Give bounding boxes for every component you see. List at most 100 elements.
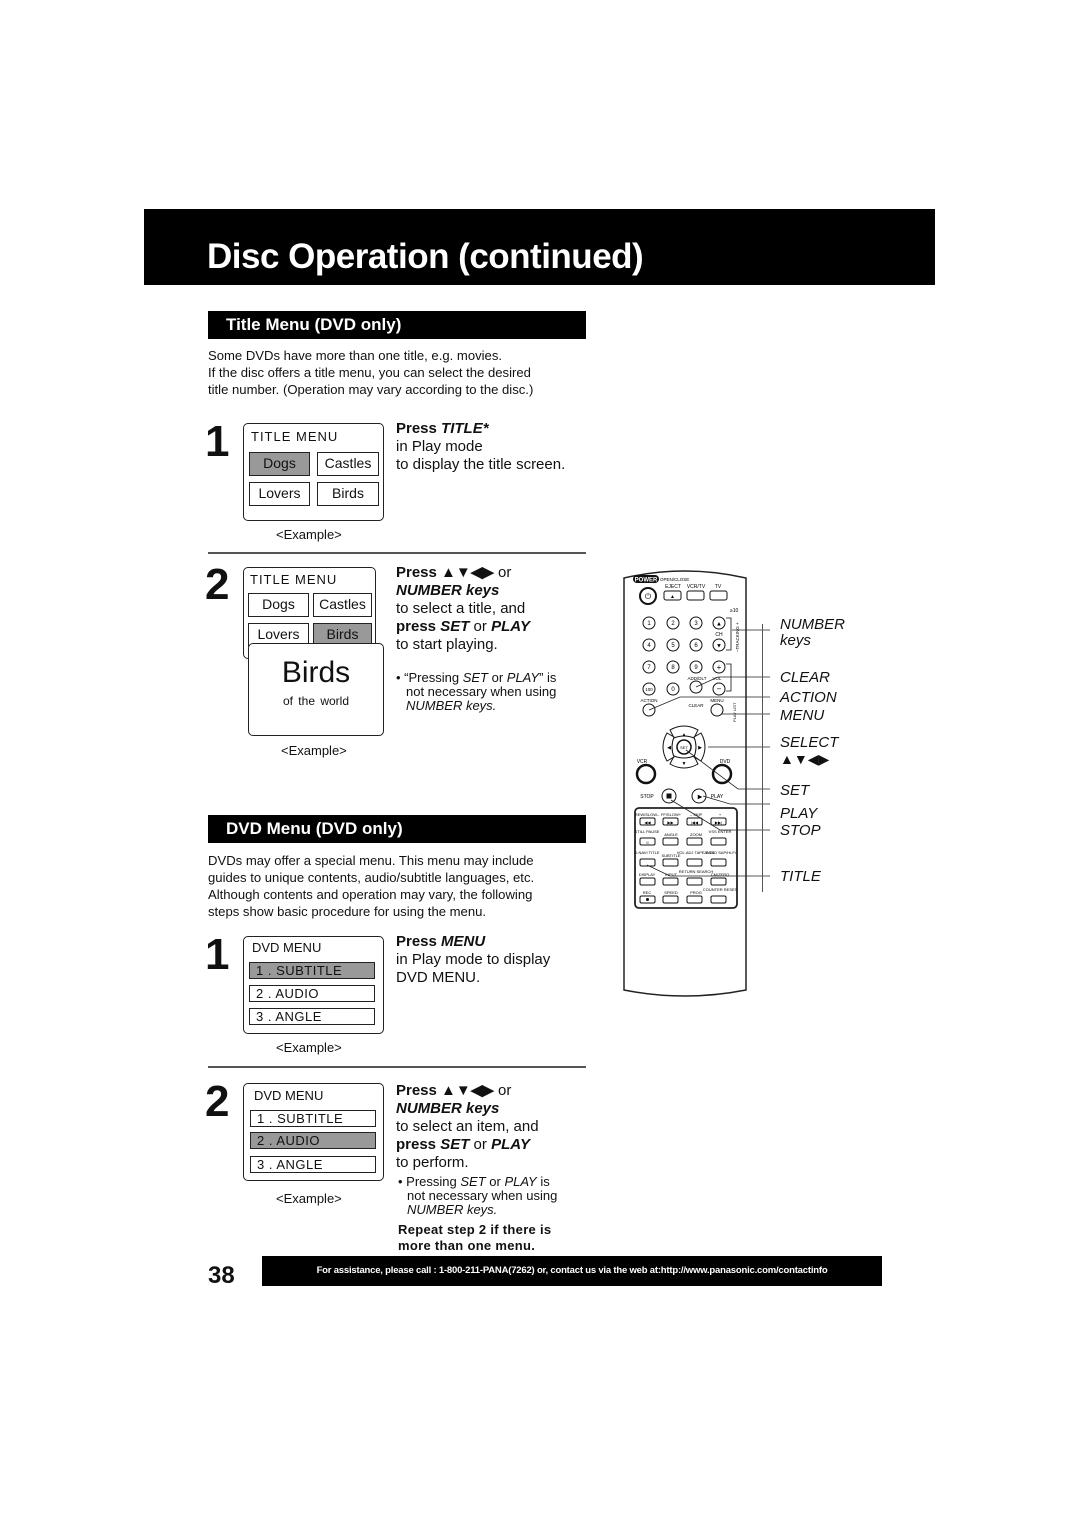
stop-label: STOP bbox=[640, 794, 654, 800]
title-cell-lovers: Lovers bbox=[249, 482, 310, 506]
intro-line: DVDs may offer a special menu. This menu… bbox=[208, 853, 534, 868]
note-text: not necessary when using bbox=[407, 1188, 558, 1203]
instruction-line: to select an item, and bbox=[396, 1118, 539, 1135]
title-cell-castles: Castles bbox=[313, 593, 372, 617]
action-label: ACTION bbox=[640, 698, 657, 703]
instruction-line: to select a title, and bbox=[396, 600, 526, 617]
title-menu-intro: Some DVDs have more than one title, e.g.… bbox=[208, 347, 588, 398]
note-key: PLAY bbox=[504, 1174, 537, 1189]
note-text: NUMBER keys. bbox=[407, 1202, 498, 1217]
add-dlt-label: ADD/DLT bbox=[688, 676, 707, 681]
audio-label: AUDIO SAP/Hi-Fi bbox=[704, 850, 735, 855]
note-key: SET bbox=[460, 1174, 486, 1189]
svg-text:II: II bbox=[646, 840, 648, 845]
step-number: 1 bbox=[205, 417, 230, 466]
press-label: press bbox=[396, 618, 441, 635]
right-arrow-icon: ▶ bbox=[698, 745, 702, 751]
screen-title: DVD MENU bbox=[254, 1088, 324, 1103]
display-label: DISPLAY bbox=[639, 872, 656, 877]
instruction-line: DVD MENU. bbox=[396, 969, 481, 986]
overlay-title: Birds bbox=[281, 656, 351, 689]
return-search-label: RETURN SEARCH bbox=[679, 869, 714, 874]
title-cell-dogs: Dogs bbox=[249, 452, 310, 476]
vol-down-icon: − bbox=[717, 685, 722, 694]
press-label: Press bbox=[396, 420, 442, 437]
note-text: or bbox=[485, 1174, 505, 1189]
tv-label: TV bbox=[715, 584, 722, 590]
page-banner: Disc Operation (continued) bbox=[144, 209, 935, 285]
title-cell-castles: Castles bbox=[317, 452, 379, 476]
power-label: POWER bbox=[635, 578, 658, 584]
callout-vertical-rule bbox=[762, 624, 763, 892]
menu-button bbox=[710, 703, 724, 717]
callout-number-keys: NUMBER keys bbox=[780, 617, 845, 649]
instruction-line: in Play mode to display bbox=[396, 951, 551, 968]
rec-label: REC bbox=[643, 890, 652, 895]
callout-label: SELECT bbox=[780, 734, 839, 751]
step-number: 2 bbox=[205, 1077, 230, 1126]
divider bbox=[208, 1066, 586, 1068]
example-caption: <Example> bbox=[276, 1191, 342, 1206]
screen-title: TITLE MENU bbox=[251, 429, 339, 444]
intro-line: steps show basic procedure for using the… bbox=[208, 904, 487, 919]
key-play: PLAY bbox=[491, 1136, 530, 1153]
dvd-menu-screen-example: DVD MENU 1 . SUBTITLE 2 . AUDIO 3 . ANGL… bbox=[243, 936, 384, 1034]
section-heading-text: Title Menu (DVD only) bbox=[226, 315, 402, 334]
ch-up-icon: ▲ bbox=[716, 622, 722, 628]
intro-line: Although contents and operation may vary… bbox=[208, 887, 533, 902]
press-arrows-label: Press ▲▼◀▶ bbox=[396, 564, 494, 581]
note-key: SET bbox=[462, 670, 488, 685]
title-cell-birds: Birds bbox=[317, 482, 379, 506]
callout-select: SELECT ▲▼◀▶ bbox=[780, 734, 839, 768]
title-menu-screen-example: TITLE MENU Dogs Castles Lovers Birds bbox=[243, 423, 384, 521]
step-number: 2 bbox=[205, 560, 230, 609]
vol-up-icon: + bbox=[717, 663, 722, 672]
stop-icon bbox=[666, 793, 672, 799]
intro-line: guides to unique contents, audio/subtitl… bbox=[208, 870, 535, 885]
remote-control-illustration: POWER OPEN/CLOSE EJECT VCR/TV TV ⏻ ▲ ≥10… bbox=[623, 570, 770, 997]
key-play: PLAY bbox=[491, 618, 530, 635]
down-arrow-icon: ▼ bbox=[682, 761, 687, 767]
menu-item-angle: 3 . ANGLE bbox=[250, 1156, 376, 1173]
prog-label: PROG bbox=[690, 890, 702, 895]
clear-label: CLEAR bbox=[688, 703, 704, 708]
callout-stop: STOP bbox=[780, 822, 821, 839]
svg-text:◀◀: ◀◀ bbox=[644, 820, 651, 825]
assistance-footer: For assistance, please call : 1-800-211-… bbox=[262, 1256, 882, 1286]
note-text: ” is bbox=[539, 670, 557, 685]
note-text: is bbox=[536, 1174, 550, 1189]
press-label: Press bbox=[396, 933, 442, 950]
callout-clear: CLEAR bbox=[780, 669, 831, 686]
menu-item-subtitle: 1 . SUBTITLE bbox=[249, 962, 375, 979]
play-icon: ▶ bbox=[698, 795, 703, 801]
still-pause-label: STILL PAUSE bbox=[635, 829, 660, 834]
instruction-line: to perform. bbox=[396, 1154, 469, 1171]
section-heading-dvd-menu: DVD Menu (DVD only) bbox=[208, 815, 586, 843]
example-caption: <Example> bbox=[276, 527, 342, 542]
callout-title: TITLE bbox=[780, 868, 821, 885]
step-number: 1 bbox=[205, 930, 230, 979]
screen-title: TITLE MENU bbox=[250, 572, 338, 587]
callout-label: NUMBER bbox=[780, 616, 846, 633]
tracking-label: –TRACKING + bbox=[735, 622, 740, 652]
repeat-line: Repeat step 2 if there is bbox=[398, 1222, 552, 1237]
number-keys-label: NUMBER keys bbox=[396, 582, 500, 599]
or-text: or bbox=[469, 1136, 492, 1153]
svg-text:▶▶|: ▶▶| bbox=[715, 820, 722, 825]
angle-label: ANGLE bbox=[664, 832, 678, 837]
digit-100: 100 bbox=[645, 687, 653, 692]
intro-line: Some DVDs have more than one title, e.g.… bbox=[208, 348, 503, 363]
step2-note: • “Pressing SET or PLAY” is not necessar… bbox=[396, 671, 586, 713]
step1-instructions: Press TITLE* in Play mode to display the… bbox=[396, 420, 565, 474]
vcr-button bbox=[635, 763, 657, 785]
example-caption: <Example> bbox=[276, 1040, 342, 1055]
vcrtv-label: VCR/TV bbox=[687, 584, 706, 590]
callout-menu: MENU bbox=[780, 707, 825, 724]
instruction-line: to start playing. bbox=[396, 636, 498, 653]
menu-item-audio: 2 . AUDIO bbox=[249, 985, 375, 1002]
ch-down-icon: ▼ bbox=[716, 644, 722, 650]
left-arrow-icon: ◀ bbox=[667, 745, 671, 751]
menu-label: MENU bbox=[710, 698, 723, 703]
press-arrows-label: Press ▲▼◀▶ bbox=[396, 1082, 494, 1099]
note-key: PLAY bbox=[506, 670, 540, 685]
